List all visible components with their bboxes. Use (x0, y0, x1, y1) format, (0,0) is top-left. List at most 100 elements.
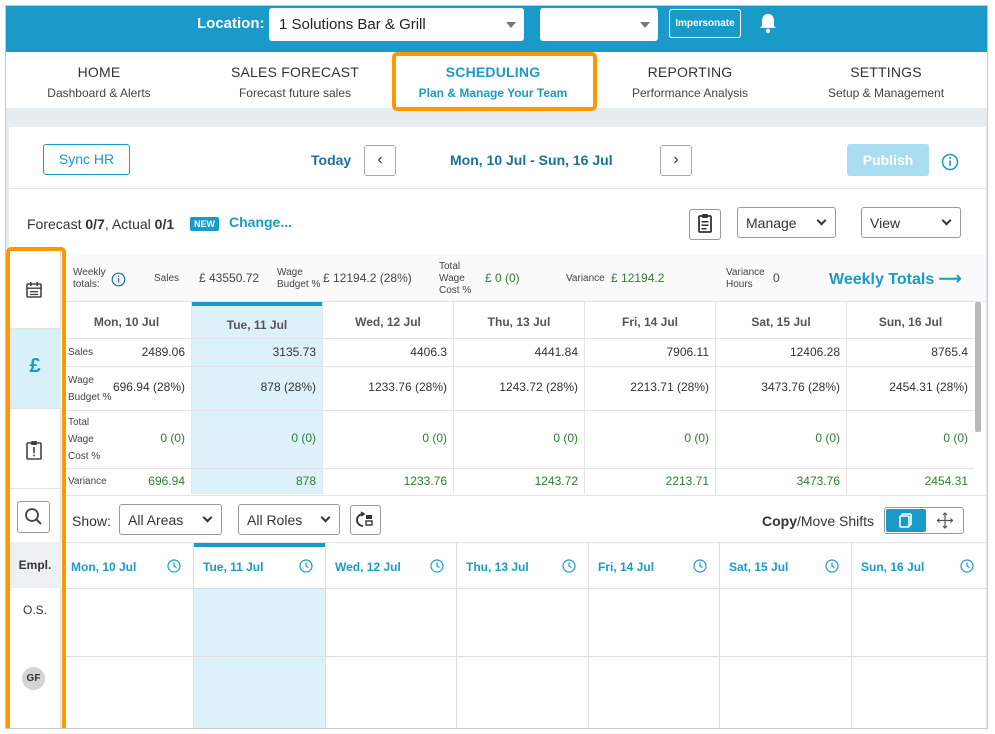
show-label: Show: (72, 513, 111, 529)
clock-icon[interactable] (825, 559, 839, 573)
new-badge: NEW (190, 217, 219, 231)
roles-dropdown[interactable]: All Roles (238, 504, 340, 535)
actual-label: Actual (111, 216, 151, 232)
secondary-select[interactable] (540, 8, 658, 41)
schedule-day-column[interactable]: Sun, 16 Jul (852, 543, 986, 728)
sales-cell: 8765.4 (931, 345, 968, 359)
total-wage-cell: 0 (0) (553, 431, 578, 445)
schedule-day-title: Fri, 14 Jul (598, 560, 655, 574)
wage-budget-cell: 878 (28%) (260, 380, 316, 394)
top-bar: Location: 1 Solutions Bar & Grill Impers… (6, 6, 987, 52)
location-select[interactable]: 1 Solutions Bar & Grill (269, 8, 524, 41)
clock-icon[interactable] (430, 559, 444, 573)
variance-cell: 2213.71 (665, 474, 709, 488)
schedule-day-column[interactable]: Mon, 10 Jul (62, 543, 194, 728)
impersonate-button[interactable]: Impersonate (669, 9, 741, 38)
clipboard-button[interactable] (689, 209, 721, 240)
forecast-day-header: Tue, 11 Jul (226, 318, 288, 332)
clock-icon[interactable] (299, 559, 313, 573)
forecast-day-column[interactable]: Wed, 12 Jul 4406.3 1233.76 (28%) 0 (0) 1… (323, 302, 454, 494)
daily-forecast-table: Sales Wage Budget % Total Wage Cost % Va… (62, 302, 974, 494)
copy-move-toggle (884, 507, 964, 534)
publish-button[interactable]: Publish (847, 144, 929, 176)
sidebar-highlight-box (6, 247, 66, 728)
forecast-day-column[interactable]: Sat, 15 Jul 12406.28 3473.76 (28%) 0 (0)… (716, 302, 847, 494)
forecast-day-column[interactable]: Fri, 14 Jul 7906.11 2213.71 (28%) 0 (0) … (585, 302, 716, 494)
schedule-day-column[interactable]: Wed, 12 Jul (326, 543, 457, 728)
forecast-day-column[interactable]: Sun, 16 Jul 8765.4 2454.31 (28%) 0 (0) 2… (847, 302, 974, 494)
schedule-day-column[interactable]: Tue, 11 Jul (194, 543, 326, 728)
sync-hr-button[interactable]: Sync HR (43, 144, 130, 175)
next-week-button[interactable]: › (660, 145, 692, 176)
sales-cell: 12406.28 (789, 345, 840, 359)
wage-budget-label-line1: Wage (277, 267, 303, 278)
prev-week-button[interactable]: ‹ (364, 145, 396, 176)
forecast-value: 0/7 (85, 216, 105, 232)
variance-label: Variance (566, 273, 605, 284)
wage-budget-cell: 1243.72 (28%) (499, 380, 578, 394)
total-wage-label-line2: Wage (439, 273, 465, 284)
move-mode-button[interactable] (927, 509, 963, 532)
wage-budget-cell: 3473.76 (28%) (761, 380, 840, 394)
weekly-totals-bar: Weekly totals: Sales £ 43550.72 Wage Bud… (62, 255, 986, 302)
weekly-totals-label: Weekly totals: (73, 267, 106, 291)
info-icon[interactable] (941, 153, 959, 171)
copy-icon (899, 513, 912, 528)
total-wage-cell: 0 (0) (943, 431, 968, 445)
schedule-day-column[interactable]: Sat, 15 Jul (720, 543, 852, 728)
bell-icon[interactable] (758, 12, 778, 34)
wage-budget-cell: 2454.31 (28%) (889, 380, 968, 394)
nav-home[interactable]: HOME Dashboard & Alerts (6, 64, 197, 100)
variance-total: £ 12194.2 (611, 271, 665, 285)
total-wage-cell: 0 (0) (684, 431, 709, 445)
total-wage-cell: 0 (0) (422, 431, 447, 445)
row-divider (62, 410, 974, 411)
variance-cell: 3473.76 (796, 474, 840, 488)
change-link[interactable]: Change... (229, 214, 292, 230)
schedule-day-header: Sun, 16 Jul (852, 543, 986, 589)
schedule-day-column[interactable]: Thu, 13 Jul (457, 543, 589, 728)
total-wage-cell: 0 (0) (291, 431, 316, 445)
roles-value: All Roles (247, 512, 303, 528)
forecast-day-header: Sat, 15 Jul (751, 315, 811, 329)
sales-cell: 4406.3 (410, 345, 447, 359)
chevron-down-icon (202, 512, 213, 523)
nav-settings[interactable]: SETTINGS Setup & Management (788, 64, 984, 100)
clock-icon[interactable] (562, 559, 576, 573)
schedule-grid: Mon, 10 Jul Tue, 11 Jul Wed, 12 Jul Thu, (62, 543, 986, 728)
clock-icon[interactable] (960, 559, 974, 573)
manage-dropdown[interactable]: Manage (737, 207, 836, 238)
nav-reporting[interactable]: REPORTING Performance Analysis (592, 64, 788, 100)
total-wage-label-line3: Cost % (439, 285, 472, 296)
filter-row: Show: All Areas All Roles Copy/Move Shif… (62, 495, 986, 543)
nav-sales-forecast[interactable]: SALES FORECAST Forecast future sales (197, 64, 393, 100)
sales-cell: 3135.73 (272, 345, 316, 359)
today-button[interactable]: Today (311, 152, 351, 168)
forecast-day-column[interactable]: Tue, 11 Jul 3135.73 878 (28%) 0 (0) 878 (192, 302, 323, 494)
forecast-day-column[interactable]: Thu, 13 Jul 4441.84 1243.72 (28%) 0 (0) … (454, 302, 585, 494)
row-divider (62, 338, 974, 339)
info-icon[interactable] (111, 272, 126, 287)
forecast-day-column: Mon, 10 Jul 2489.06 696.94 (28%) 0 (0) 6… (62, 302, 192, 494)
location-value: 1 Solutions Bar & Grill (279, 16, 426, 33)
row-divider (62, 366, 974, 367)
forecast-scrollbar[interactable] (975, 302, 981, 432)
chevron-down-icon (941, 215, 952, 226)
schedule-day-title: Sun, 16 Jul (861, 560, 925, 574)
chevron-down-icon (320, 512, 331, 523)
view-dropdown[interactable]: View (861, 207, 961, 238)
sales-cell: 2489.06 (141, 345, 185, 359)
schedule-day-column[interactable]: Fri, 14 Jul (589, 543, 720, 728)
week-toolbar: Sync HR Today ‹ Mon, 10 Jul - Sun, 16 Ju… (9, 127, 986, 189)
schedule-row-divider (62, 656, 986, 657)
variance-cell: 696.94 (148, 474, 185, 488)
weekly-totals-link[interactable]: Weekly Totals ⟶ (829, 269, 962, 289)
clock-icon[interactable] (167, 559, 181, 573)
variance-hours-total: 0 (773, 271, 780, 285)
variance-hours-label-line1: Variance (726, 267, 765, 278)
refresh-layout-button[interactable] (350, 505, 381, 535)
forecast-day-header: Wed, 12 Jul (355, 315, 421, 329)
clock-icon[interactable] (693, 559, 707, 573)
areas-dropdown[interactable]: All Areas (119, 504, 222, 535)
copy-mode-button[interactable] (886, 509, 926, 532)
